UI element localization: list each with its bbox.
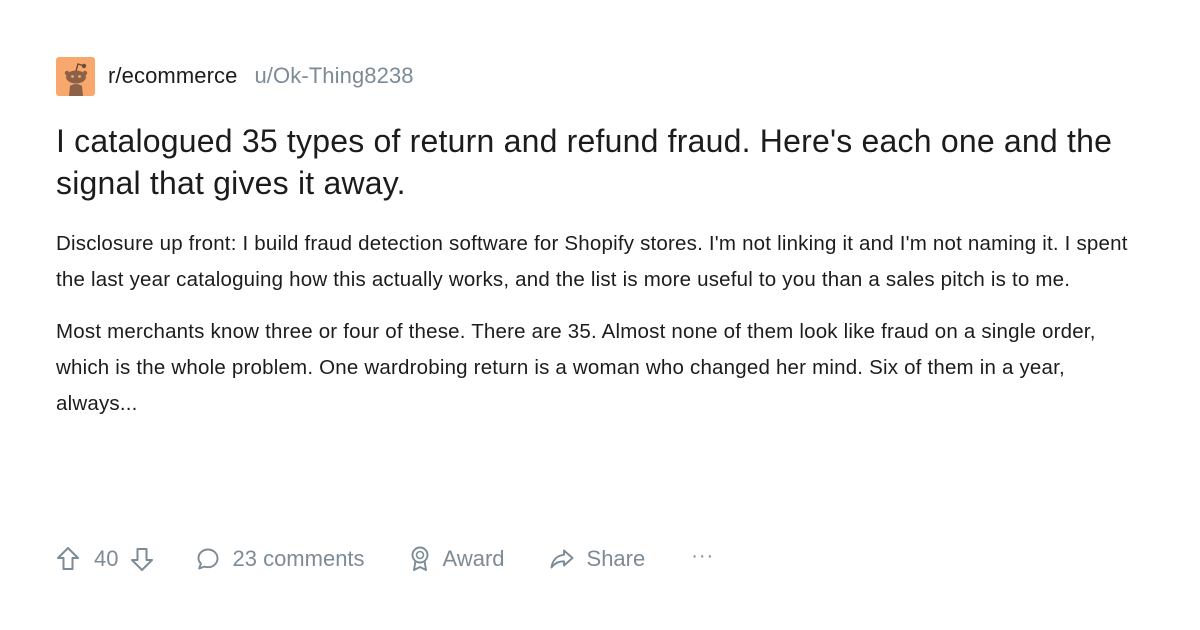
award-button[interactable]: Award <box>409 546 505 572</box>
award-label: Award <box>442 546 505 571</box>
vote-count: 40 <box>94 546 119 571</box>
arrow-up-icon <box>57 547 79 570</box>
share-label: Share <box>586 546 646 571</box>
post-author[interactable]: u/Ok-Thing8238 <box>254 63 413 89</box>
comments-button[interactable]: 23 comments <box>196 546 365 572</box>
snoo-icon <box>64 62 88 96</box>
comments-label: 23 comments <box>232 546 365 571</box>
upvote-button[interactable] <box>56 546 80 572</box>
subreddit-name[interactable]: r/ecommerce <box>108 63 237 89</box>
share-arrow-icon <box>550 549 573 569</box>
post-actions-bar: 40 23 comments Award Share ··· <box>56 540 714 578</box>
post-body-paragraph-2: Most merchants know three or four of the… <box>56 320 1096 415</box>
arrow-down-icon <box>131 548 154 571</box>
more-options-button[interactable]: ··· <box>691 545 714 568</box>
award-icon <box>411 546 428 571</box>
post-body-paragraph-1: Disclosure up front: I build fraud detec… <box>56 232 1128 291</box>
downvote-button[interactable] <box>130 546 154 572</box>
comment-bubble-icon <box>198 548 219 570</box>
share-button[interactable]: Share <box>549 546 646 572</box>
post-card: r/ecommerce u/Ok-Thing8238 I catalogued … <box>56 56 1146 422</box>
subreddit-avatar[interactable] <box>56 56 95 96</box>
post-title[interactable]: I catalogued 35 types of return and refu… <box>56 120 1116 204</box>
vote-group: 40 <box>56 546 154 572</box>
post-meta: r/ecommerce u/Ok-Thing8238 <box>56 56 1146 96</box>
